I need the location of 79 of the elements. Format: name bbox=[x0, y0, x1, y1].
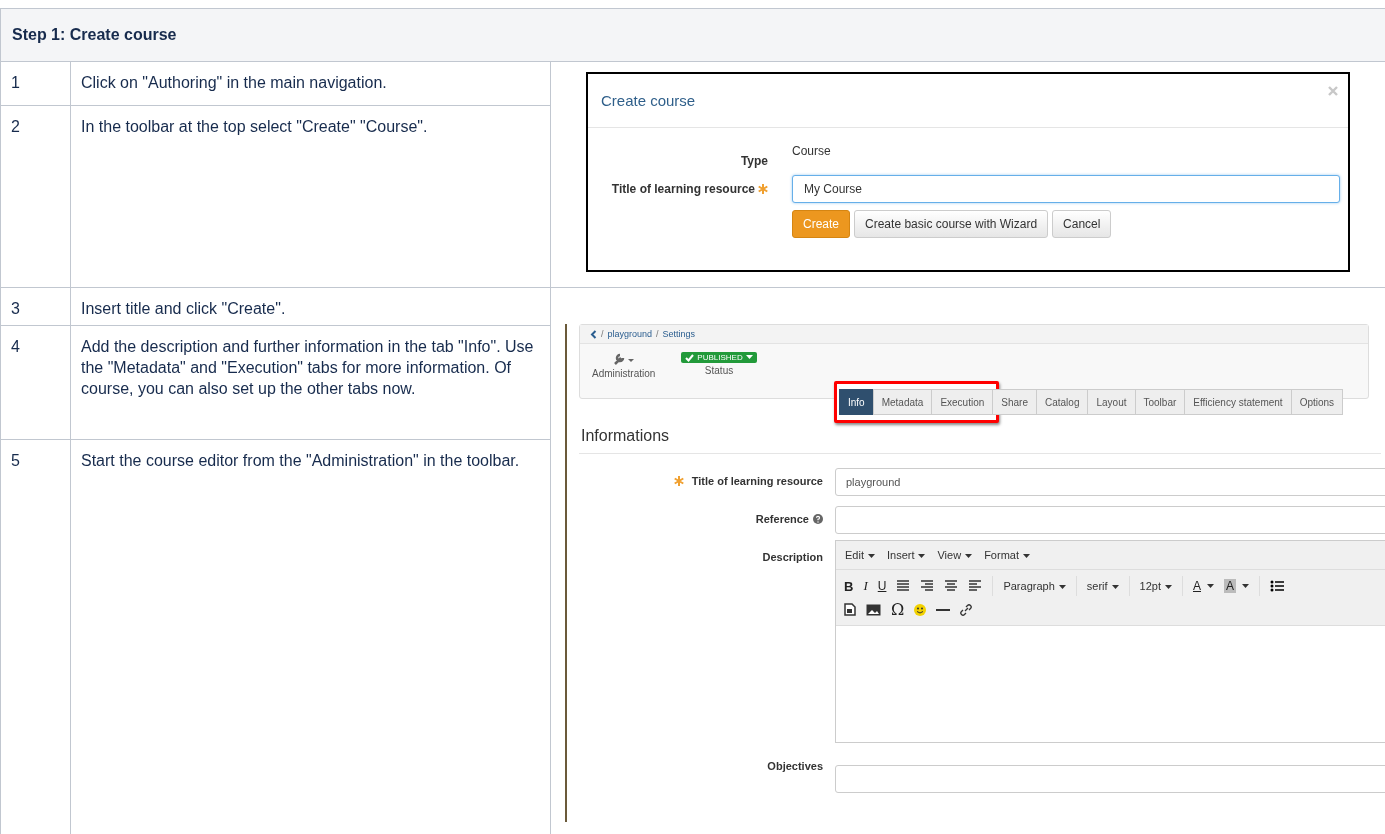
breadcrumb-link[interactable]: Settings bbox=[662, 329, 696, 339]
text-input[interactable] bbox=[835, 765, 1385, 793]
editor-menu[interactable]: View bbox=[937, 549, 973, 561]
title-input[interactable]: My Course bbox=[792, 175, 1340, 203]
status-dropdown[interactable]: PUBLISHED bbox=[681, 352, 757, 363]
tab[interactable]: Catalog bbox=[1036, 389, 1089, 415]
format-button[interactable]: B bbox=[844, 578, 854, 594]
tab[interactable]: Options bbox=[1290, 389, 1344, 415]
text-input[interactable] bbox=[835, 506, 1385, 534]
caret-icon[interactable] bbox=[1242, 584, 1249, 588]
step-title: Step 1: Create course bbox=[12, 26, 177, 44]
tab[interactable]: Toolbar bbox=[1134, 389, 1186, 415]
caret-icon bbox=[1111, 585, 1119, 590]
toolbar-label: Status bbox=[704, 365, 734, 376]
smiley-icon[interactable] bbox=[914, 603, 927, 616]
tab[interactable]: Efficiency statement bbox=[1184, 389, 1292, 415]
step-text: Add the description and further information in the tab "Info". Use the "Metadata" and "Execution" tabs for more information. Of course, you can also set up the other tabs now. bbox=[81, 338, 534, 397]
step-text: Click on "Authoring" in the main navigation. bbox=[81, 74, 387, 91]
align-icon[interactable] bbox=[968, 580, 983, 592]
field-label: Description bbox=[762, 551, 823, 563]
section-title: Informations bbox=[579, 423, 1381, 454]
editor-dropdown[interactable]: Paragraph bbox=[1003, 580, 1066, 592]
caret-icon bbox=[1165, 585, 1172, 590]
image-icon[interactable] bbox=[866, 603, 881, 616]
step-number: 2 bbox=[11, 118, 20, 135]
caret-icon[interactable] bbox=[1207, 584, 1214, 588]
caret-icon bbox=[1058, 585, 1066, 590]
tab[interactable]: Execution bbox=[931, 389, 994, 415]
dialog-button[interactable]: Cancel bbox=[1052, 210, 1112, 238]
format-button[interactable]: I bbox=[863, 578, 868, 594]
dialog-title: Create course bbox=[601, 92, 696, 109]
field-value: Course bbox=[792, 144, 831, 158]
link-icon[interactable] bbox=[960, 603, 973, 616]
wrench-icon[interactable] bbox=[612, 352, 635, 366]
tab[interactable]: Share bbox=[992, 389, 1037, 415]
caret-icon bbox=[745, 355, 753, 360]
caret-icon bbox=[1023, 554, 1030, 559]
text-input[interactable]: playground bbox=[835, 468, 1385, 496]
dialog-button[interactable]: Create basic course with Wizard bbox=[854, 210, 1049, 238]
align-icon[interactable] bbox=[920, 580, 935, 592]
field-label: Objectives bbox=[767, 760, 823, 772]
tab[interactable]: Info bbox=[839, 389, 874, 415]
rich-text-editor[interactable]: Edit Insert View Format B I U Paragraph serif 12pt A A Ω bbox=[835, 540, 1385, 743]
document-icon[interactable] bbox=[844, 603, 856, 616]
caret-icon bbox=[965, 554, 973, 559]
step-number: 5 bbox=[11, 452, 20, 469]
step-text: Insert title and click "Create". bbox=[81, 300, 286, 317]
editor-menu[interactable]: Format bbox=[984, 549, 1030, 561]
breadcrumb-separator: / bbox=[601, 329, 604, 339]
breadcrumb-separator: / bbox=[656, 329, 659, 339]
format-button[interactable]: U bbox=[877, 579, 887, 593]
field-label: Reference bbox=[755, 513, 809, 525]
text-color-button[interactable]: A bbox=[1193, 579, 1201, 593]
step-text: Start the course editor from the "Administration" in the toolbar. bbox=[81, 452, 520, 469]
caret-icon bbox=[867, 554, 875, 559]
breadcrumb-link[interactable]: playground bbox=[607, 329, 653, 339]
editor-menu[interactable]: Insert bbox=[886, 549, 926, 561]
editor-dropdown[interactable]: serif bbox=[1086, 580, 1119, 592]
step-number: 3 bbox=[11, 300, 20, 317]
field-label: Type bbox=[739, 154, 769, 168]
toolbar-label: Administration bbox=[592, 368, 656, 379]
field-label: Title of learning resource bbox=[691, 475, 823, 487]
step-text: In the toolbar at the top select "Create" "Course". bbox=[81, 118, 428, 135]
help-icon[interactable] bbox=[813, 514, 823, 524]
back-icon[interactable] bbox=[590, 329, 597, 339]
align-icon[interactable] bbox=[944, 580, 959, 592]
editor-dropdown[interactable]: 12pt bbox=[1139, 580, 1172, 592]
special-character-button[interactable]: Ω bbox=[891, 600, 905, 619]
caret-icon bbox=[918, 554, 926, 559]
tab[interactable]: Metadata bbox=[872, 389, 933, 415]
align-icon[interactable] bbox=[896, 580, 911, 592]
editor-menu[interactable]: Edit bbox=[845, 549, 875, 561]
background-color-button[interactable]: A bbox=[1224, 579, 1236, 593]
step-number: 4 bbox=[11, 338, 20, 355]
step-number: 1 bbox=[11, 74, 20, 91]
check-icon bbox=[685, 353, 695, 362]
bullet-list-icon[interactable] bbox=[1270, 580, 1284, 592]
tab[interactable]: Layout bbox=[1087, 389, 1136, 415]
field-label: Title of learning resource bbox=[611, 182, 755, 196]
